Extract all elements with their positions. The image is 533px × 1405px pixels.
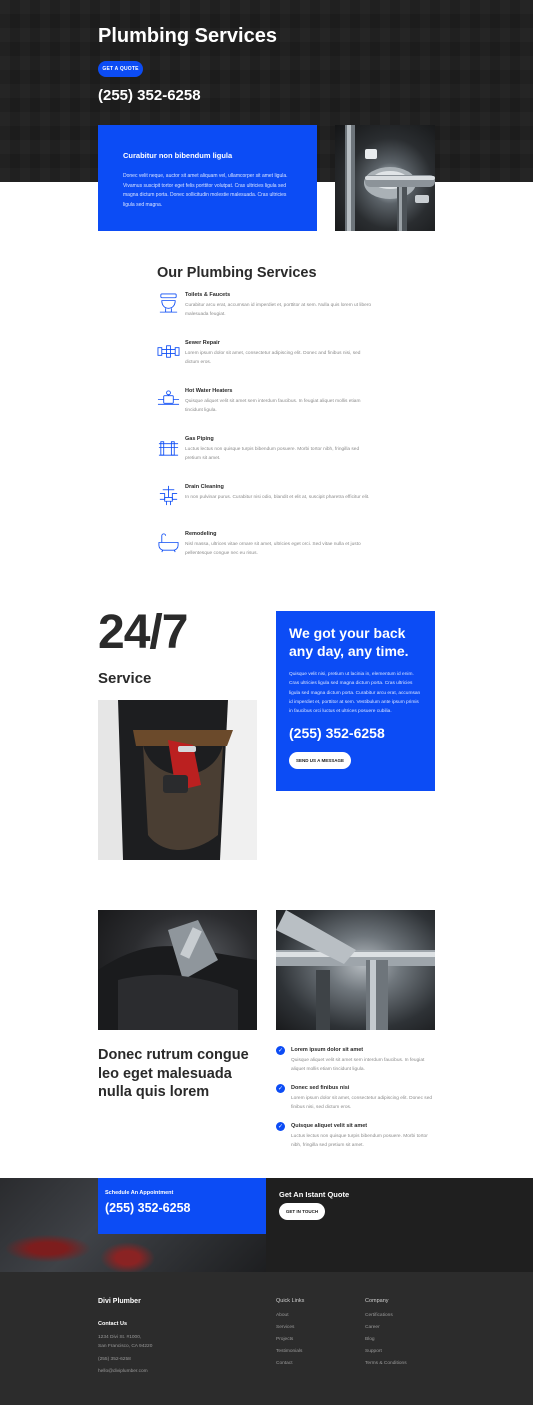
footer-link-career[interactable]: Career [365, 1325, 380, 1330]
service-name: Toilets & Faucets [185, 292, 231, 298]
appointment-phone[interactable]: (255) 352-6258 [105, 1201, 266, 1215]
appointment-box: Schedule An Appointment (255) 352-6258 [98, 1178, 266, 1234]
send-message-button[interactable]: SEND US A MESSAGE [289, 752, 351, 770]
big-247: 24/7 [98, 606, 188, 659]
intro-card-body: Donec velit neque, auctor sit amet aliqu… [123, 173, 288, 208]
footer-link-about[interactable]: About [276, 1313, 289, 1318]
footer-link-projects[interactable]: Projects [276, 1337, 293, 1342]
footer-link-terms[interactable]: Terms & Conditions [365, 1361, 407, 1366]
footer-link-contact[interactable]: Contact [276, 1361, 293, 1366]
sewer-pipe-icon [157, 345, 180, 358]
get-in-touch-button[interactable]: GET IN TOUCH [279, 1203, 325, 1220]
wrench-pipes-photo [276, 910, 435, 1030]
quick-links-title: Quick Links [276, 1298, 305, 1304]
hero-title: Plumbing Services [98, 25, 277, 47]
service-name: Sewer Repair [185, 340, 220, 346]
service-desc: Lorem ipsum dolor sit amet, consectetur … [185, 351, 361, 366]
quote-box: Get An Istant Quote GET IN TOUCH [266, 1178, 533, 1234]
get-quote-button[interactable]: GET A QUOTE [98, 61, 143, 77]
service-name: Gas Piping [185, 436, 214, 442]
service-name: Hot Water Heaters [185, 388, 233, 394]
service-name: Drain Cleaning [185, 484, 224, 490]
footer-link-blog[interactable]: Blog [365, 1337, 375, 1342]
intro-card-title: Curabitur non bibendum ligula [123, 151, 233, 160]
footer-address-1: 1234 Divi St. #1000, [98, 1335, 142, 1340]
footer-brand: Divi Plumber [98, 1298, 141, 1305]
footer: Divi Plumber Contact Us 1234 Divi St. #1… [0, 1272, 533, 1405]
gas-pipe-icon [158, 441, 179, 456]
faucet-photo [335, 125, 435, 231]
availability-body: Quisque velit nisi, pretium ut lacinia i… [289, 672, 421, 715]
water-heater-icon [157, 390, 180, 405]
service-desc: Quisque aliquet velit sit amet sem inter… [185, 399, 361, 414]
faucet-illustration [345, 125, 435, 231]
service-hot-water-heaters: Hot Water Heaters Quisque aliquet velit … [157, 388, 377, 422]
availability-title: We got your back any day, any time. [289, 625, 409, 659]
availability-card: We got your back any day, any time. Quis… [276, 611, 435, 791]
check-icon: ✓ [276, 1122, 285, 1131]
service-sewer-repair: Sewer Repair Lorem ipsum dolor sit amet,… [157, 340, 377, 374]
service-remodeling: Remodeling Nisl massa, ultrices vitae or… [157, 531, 377, 565]
tool-bag-photo [98, 910, 257, 1030]
services-title: Our Plumbing Services [157, 265, 317, 281]
service-drain-cleaning: Drain Cleaning In non pulvinar purus. Cu… [157, 484, 377, 518]
footer-contact-title: Contact Us [98, 1321, 128, 1327]
hero-phone[interactable]: (255) 352-6258 [98, 87, 201, 104]
footer-link-testimonials[interactable]: Testimonials [276, 1349, 302, 1354]
company-title: Company [365, 1298, 389, 1304]
tool-bag-illustration [98, 920, 257, 1030]
service-toilets-faucets: Toilets & Faucets Curabitur arcu erat, a… [157, 292, 377, 326]
wrench-pipes-illustration [276, 910, 435, 1030]
check-icon: ✓ [276, 1046, 285, 1055]
footer-link-services[interactable]: Services [276, 1325, 294, 1330]
footer-address-2: San Francisco, CA 94220 [98, 1344, 153, 1349]
service-desc: Luctus lectus non quisque turpis bibendu… [185, 447, 360, 462]
feature-name: Lorem ipsum dolor sit amet [291, 1047, 364, 1053]
feature-desc: Luctus lectus non quisque turpis bibendu… [291, 1134, 428, 1149]
check-icon: ✓ [276, 1084, 285, 1093]
service-desc: In non pulvinar purus. Curabitur nisi od… [185, 495, 370, 500]
worker-illustration [98, 700, 257, 860]
footer-phone[interactable]: (255) 352-6258 [98, 1357, 131, 1362]
appointment-label: Schedule An Appointment [105, 1190, 174, 1196]
cta-section: Schedule An Appointment (255) 352-6258 G… [0, 1178, 533, 1272]
footer-email[interactable]: hello@diviplumber.com [98, 1369, 148, 1374]
worker-tool-belt-photo [98, 700, 257, 860]
service-label: Service [98, 670, 152, 687]
bathtub-icon [158, 533, 179, 553]
feature-name: Donec sed finibus nisi [291, 1085, 350, 1091]
features-heading: Donec rutrum congue leo eget malesuada n… [98, 1047, 249, 1100]
quote-label: Get An Istant Quote [279, 1190, 350, 1199]
footer-link-certifications[interactable]: Certifications [365, 1313, 393, 1318]
toilet-icon [159, 293, 178, 313]
feature-name: Quisque aliquet velit sit amet [291, 1123, 368, 1129]
feature-desc: Quisque aliquet velit sit amet sem inter… [291, 1058, 425, 1073]
service-gas-piping: Gas Piping Luctus lectus non quisque tur… [157, 436, 377, 470]
service-name: Remodeling [185, 531, 217, 537]
service-desc: Nisl massa, ultrices vitae ornare sit am… [185, 542, 361, 557]
intro-card: Curabitur non bibendum ligula Donec veli… [98, 125, 317, 231]
availability-phone[interactable]: (255) 352-6258 [289, 725, 423, 741]
drain-icon [159, 485, 178, 506]
service-desc: Curabitur arcu erat, accumsan id imperdi… [185, 303, 372, 318]
footer-link-support[interactable]: Support [365, 1349, 382, 1354]
feature-desc: Lorem ipsum dolor sit amet, consectetur … [291, 1096, 433, 1111]
